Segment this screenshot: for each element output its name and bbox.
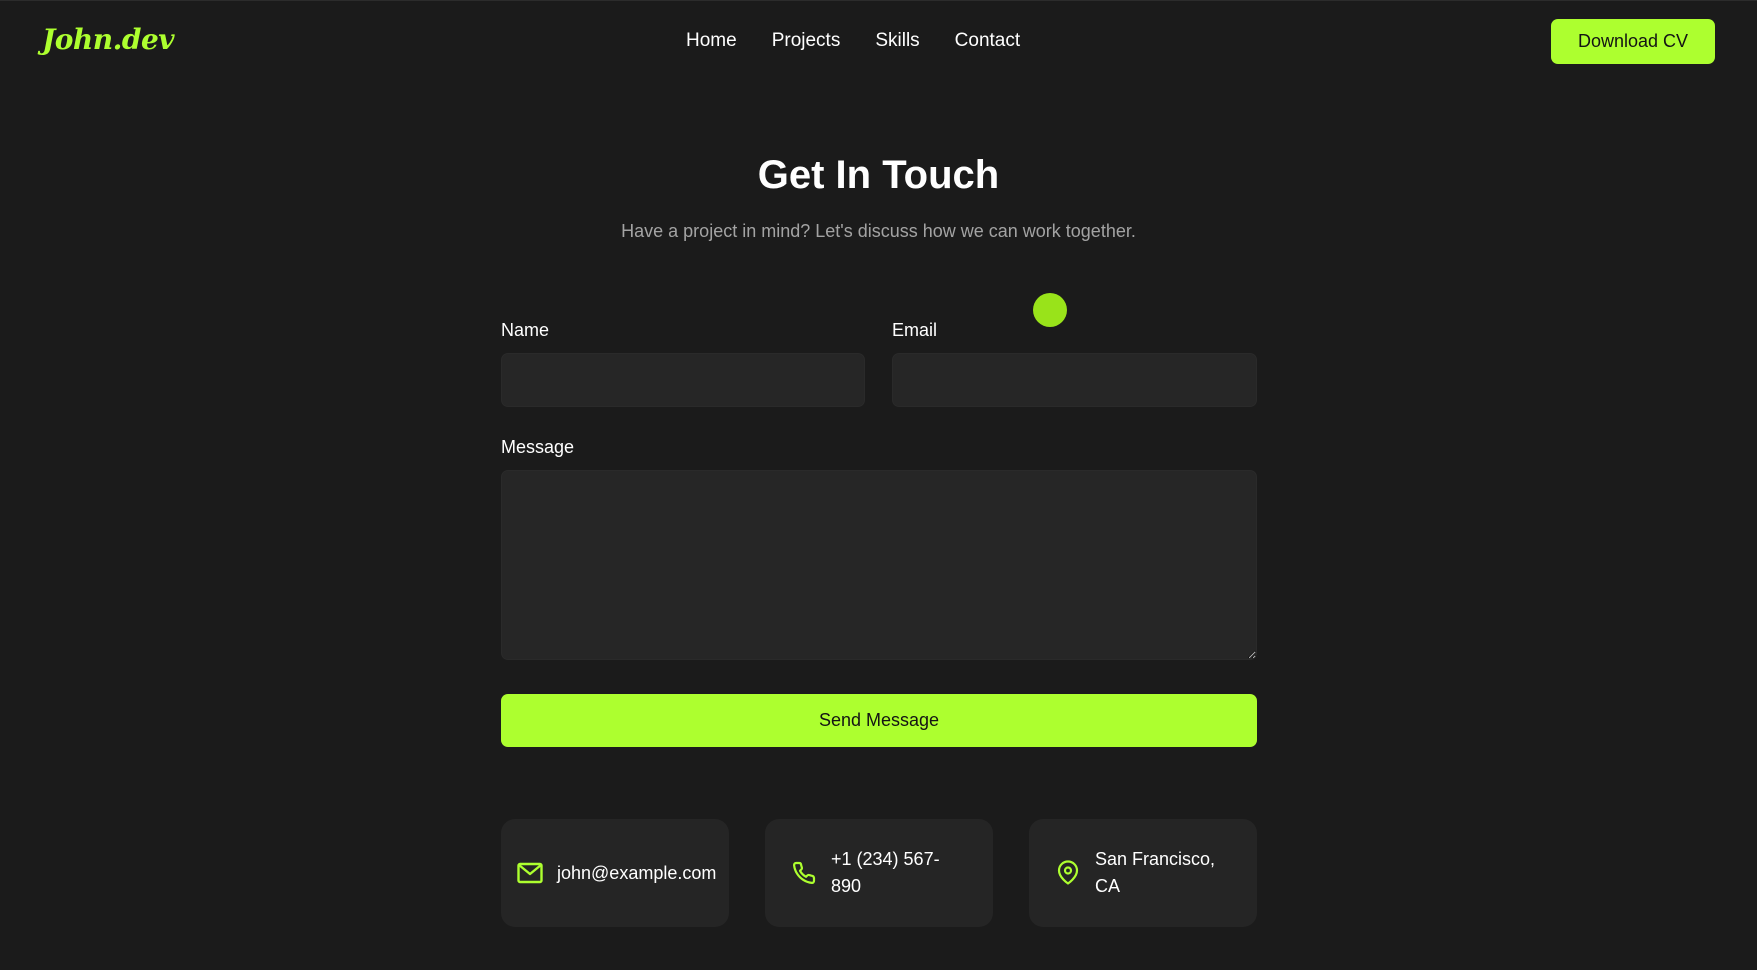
page-subtitle: Have a project in mind? Let's discuss ho… xyxy=(621,221,1136,241)
contact-card-location[interactable]: San Francisco, CA xyxy=(1029,819,1257,927)
contact-page: John.dev Home Projects Skills Contact Do… xyxy=(0,0,1757,970)
contact-location-line1: San Francisco, xyxy=(1095,849,1216,869)
contact-phone-text: +1 (234) 567- 890 xyxy=(831,846,940,900)
contact-email-text: john@example.com xyxy=(557,862,717,883)
contact-card-email[interactable]: john@example.com xyxy=(501,819,729,927)
nav-link-projects[interactable]: Projects xyxy=(772,30,841,52)
send-message-button[interactable]: Send Message xyxy=(501,694,1257,747)
phone-icon xyxy=(791,860,817,886)
nav-link-skills[interactable]: Skills xyxy=(875,30,919,52)
download-cv-button[interactable]: Download CV xyxy=(1551,19,1715,64)
nav-link-contact[interactable]: Contact xyxy=(955,30,1020,52)
map-pin-icon xyxy=(1055,860,1081,886)
mail-icon xyxy=(517,860,543,886)
name-label: Name xyxy=(501,320,550,340)
contact-phone-line2: 890 xyxy=(831,876,862,896)
email-label: Email xyxy=(892,320,938,340)
contact-phone-line1: +1 (234) 567- xyxy=(831,849,940,869)
contact-location-line2: CA xyxy=(1095,876,1121,896)
page-title: Get In Touch xyxy=(757,153,1000,197)
contact-card-phone[interactable]: +1 (234) 567- 890 xyxy=(765,819,993,927)
cursor-dot xyxy=(1033,293,1067,327)
message-label: Message xyxy=(501,437,575,457)
site-logo[interactable]: John.dev xyxy=(42,23,175,56)
email-input[interactable] xyxy=(892,353,1257,407)
contact-location-text: San Francisco, CA xyxy=(1095,846,1215,900)
nav-link-home[interactable]: Home xyxy=(686,30,737,52)
main-nav: Home Projects Skills Contact xyxy=(686,30,1020,52)
name-input[interactable] xyxy=(501,353,865,407)
message-textarea[interactable] xyxy=(501,470,1257,660)
